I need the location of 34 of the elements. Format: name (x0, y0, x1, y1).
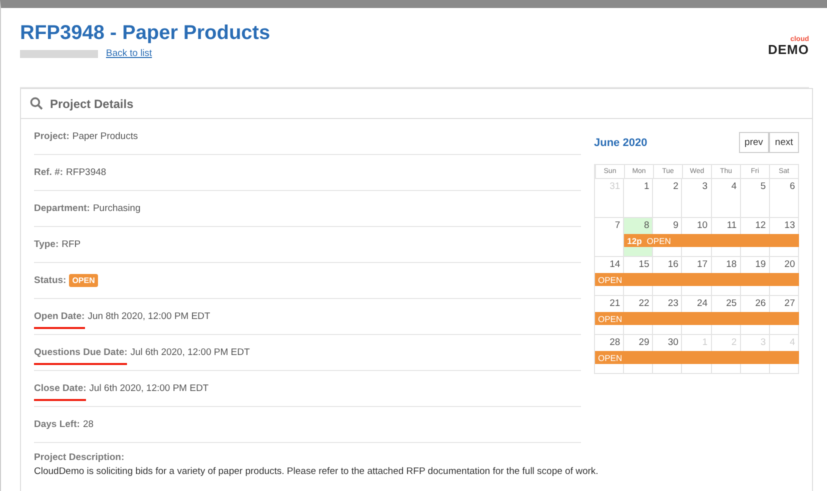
day-cell[interactable]: 2 (653, 179, 682, 195)
day-cell[interactable]: 1 (624, 179, 654, 195)
field-value: Paper Products (72, 131, 138, 142)
field-value: Jul 6th 2020, 12:00 PM EDT (89, 383, 209, 394)
field-value: 28 (82, 419, 94, 430)
field-label: Department: (34, 202, 90, 214)
day-cell[interactable]: 3 (682, 179, 712, 195)
page-title: RFP3948 - Paper Products (20, 22, 270, 45)
status-badge: OPEN (69, 274, 98, 287)
month-title: June 2020 (594, 136, 648, 148)
panel-title: Project Details (50, 96, 134, 110)
field-label: Project Description: (34, 452, 124, 464)
field-value: RFP3948 (66, 167, 106, 178)
description-text: CloudDemo is soliciting bids for a variety of paper products. Please refer to the attached RFP documentation for the full scope of work. (34, 466, 598, 477)
field-label: Ref. #: (34, 166, 64, 178)
field-value: Jul 6th 2020, 12:00 PM EDT (130, 347, 250, 358)
field-value: RFP (62, 239, 81, 250)
field-label: Type: (34, 238, 59, 250)
day-cell[interactable]: 6 (770, 179, 799, 195)
today-cell[interactable]: 8 (624, 218, 654, 234)
field-label: Questions Due Date: (34, 346, 128, 364)
field-label: Days Left: (34, 418, 80, 430)
nav-button[interactable]: prev (738, 132, 770, 153)
nav-button[interactable]: next (769, 132, 799, 153)
field-label: Close Date: (34, 382, 86, 400)
day-cell[interactable]: 4 (712, 179, 741, 195)
search-icon (30, 97, 43, 110)
field-value: Purchasing (92, 203, 140, 214)
field-label: Open Date: (34, 310, 85, 328)
field-label: Status: (34, 274, 66, 286)
field-label: Project: (34, 130, 70, 142)
field-value: Jun 8th 2020, 12:00 PM EDT (88, 311, 210, 322)
day-cell[interactable]: 5 (740, 179, 770, 195)
back-link[interactable]: Back to list (106, 48, 152, 59)
